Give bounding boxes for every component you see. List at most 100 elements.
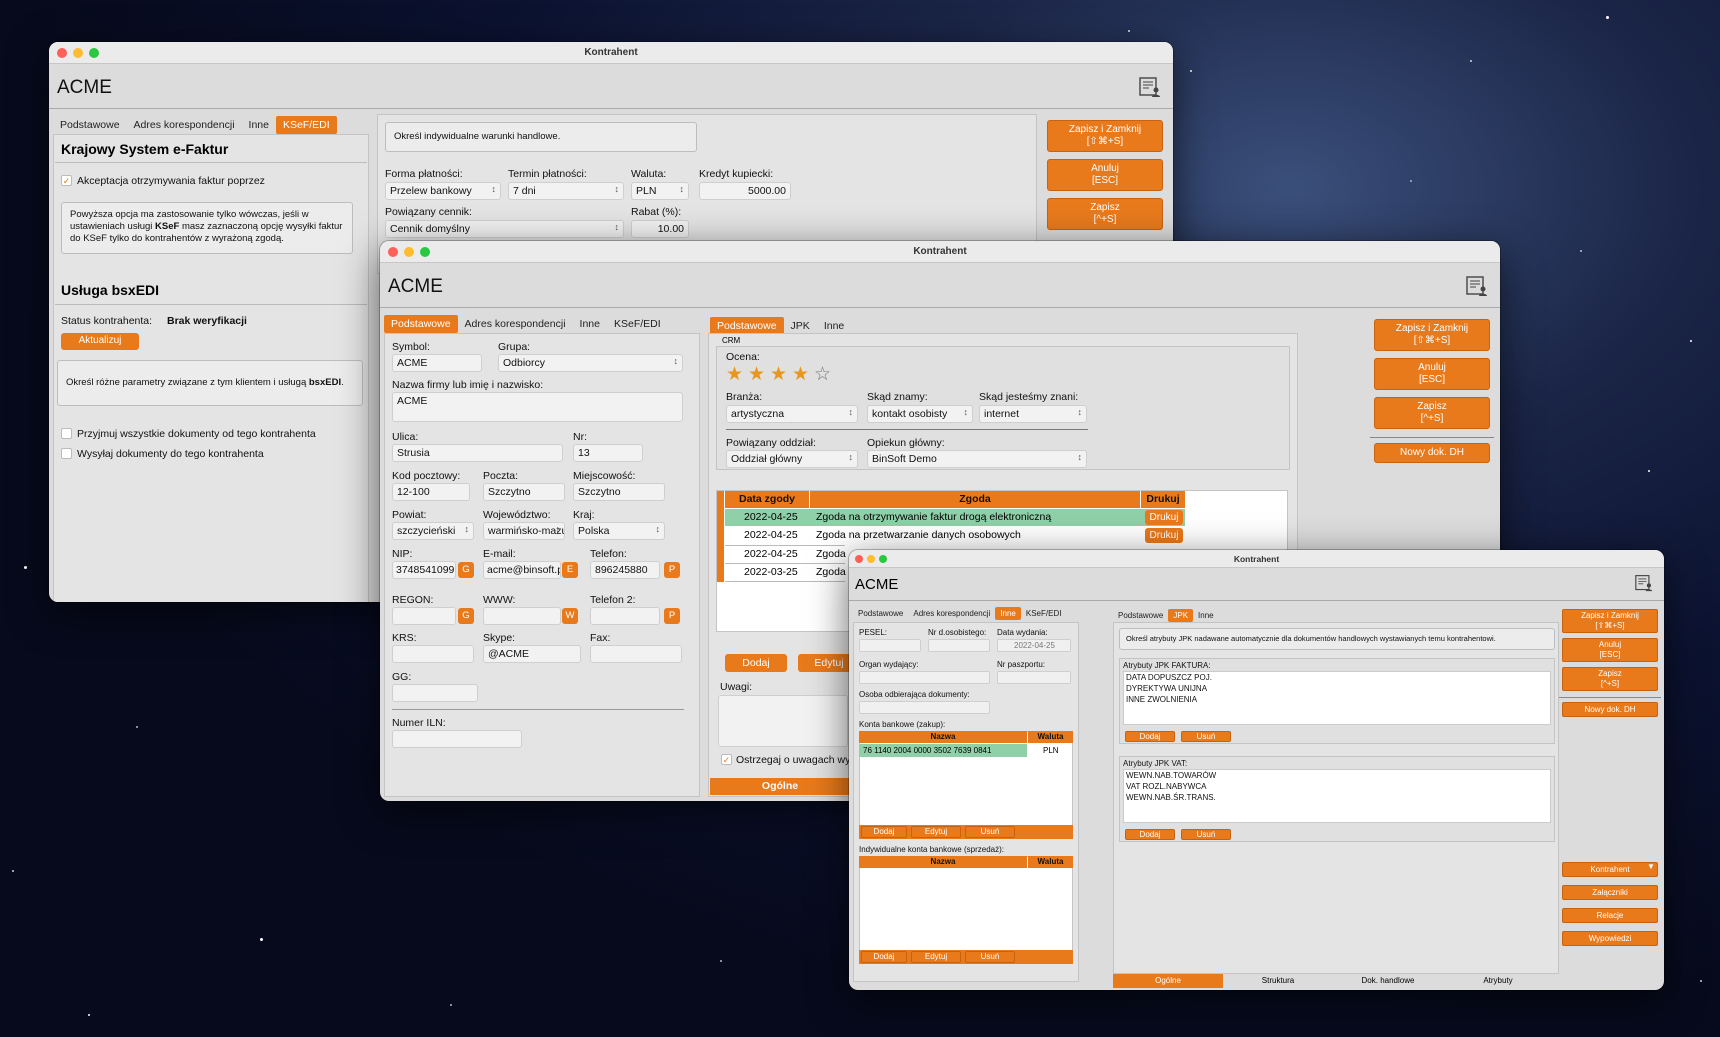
skype-input[interactable]: @ACME	[483, 645, 581, 663]
www-input[interactable]	[483, 607, 561, 625]
send-docs-checkbox[interactable]	[61, 448, 72, 459]
symbol-input[interactable]: ACME	[392, 354, 482, 372]
add-bank-sell-button[interactable]: Dodaj	[861, 951, 907, 963]
contractor-menu-button[interactable]: Kontrahent	[1562, 862, 1658, 877]
list-item[interactable]: WEWN.NAB.TOWARÓW	[1126, 771, 1216, 780]
krs-input[interactable]	[392, 645, 474, 663]
city-input[interactable]: Szczytno	[573, 483, 665, 501]
save-close-button[interactable]: Zapisz i Zamknij [⇧⌘+S]	[1562, 609, 1658, 633]
save-close-button[interactable]: Zapisz i Zamknij [⇧⌘+S]	[1047, 120, 1163, 152]
knownby-select[interactable]: internet	[979, 405, 1087, 423]
statements-button[interactable]: Wypowiedzi	[1562, 931, 1658, 946]
county-select[interactable]: szczycieński	[392, 522, 474, 540]
ksef-accept-checkbox[interactable]: ✓	[61, 175, 72, 186]
cancel-button[interactable]: Anuluj [ESC]	[1562, 638, 1658, 662]
title-bar[interactable]: Kontrahent	[380, 241, 1500, 263]
issue-date-input[interactable]: 2022-04-25	[997, 639, 1071, 652]
phone2-call-button[interactable]: P	[664, 608, 680, 624]
bank-header-currency[interactable]: Waluta	[1028, 731, 1073, 743]
bottom-tab-ogolne[interactable]: Ogólne	[710, 778, 850, 795]
zoom-window-button[interactable]	[420, 247, 430, 257]
tab-podstawowe[interactable]: Podstawowe	[384, 315, 458, 333]
pricelist-select[interactable]: Cennik domyślny	[385, 220, 624, 238]
attachments-button[interactable]: Załączniki	[1562, 885, 1658, 900]
tab-ksef-edi[interactable]: KSeF/EDI	[1021, 607, 1067, 620]
consent-header-text[interactable]: Zgoda	[810, 491, 1140, 508]
street-input[interactable]: Strusia	[392, 444, 563, 462]
regon-input[interactable]	[392, 607, 456, 625]
regon-gus-button[interactable]: G	[458, 608, 474, 624]
phone2-input[interactable]	[590, 607, 660, 625]
iln-input[interactable]	[392, 730, 522, 748]
fax-input[interactable]	[590, 645, 682, 663]
update-button[interactable]: Aktualizuj	[61, 333, 139, 350]
zoom-window-button[interactable]	[89, 48, 99, 58]
add-jpk-vat-button[interactable]: Dodaj	[1125, 829, 1175, 840]
post-input[interactable]: Szczytno	[483, 483, 565, 501]
passport-input[interactable]	[997, 671, 1071, 684]
relations-button[interactable]: Relacje	[1562, 908, 1658, 923]
www-open-button[interactable]: W	[562, 608, 578, 624]
bottom-tab-struktura[interactable]: Struktura	[1223, 974, 1333, 988]
consent-header-print[interactable]: Drukuj	[1141, 491, 1185, 508]
pay-term-select[interactable]: 7 dni	[508, 182, 624, 200]
delete-jpk-fa-button[interactable]: Usuń	[1181, 731, 1231, 742]
bottom-tab-dok-handlowe[interactable]: Dok. handlowe	[1333, 974, 1443, 988]
minimize-window-button[interactable]	[404, 247, 414, 257]
print-consent-button[interactable]: Drukuj	[1145, 528, 1183, 543]
keeper-select[interactable]: BinSoft Demo	[867, 450, 1087, 468]
email-send-button[interactable]: E	[562, 562, 578, 578]
voivodeship-select[interactable]: warmińsko-mazu	[483, 522, 565, 540]
close-window-button[interactable]	[855, 555, 863, 563]
add-consent-button[interactable]: Dodaj	[725, 654, 787, 672]
nip-input[interactable]: 3748541099	[392, 561, 456, 579]
currency-select[interactable]: PLN	[631, 182, 689, 200]
tab-adres-korespondencji[interactable]: Adres korespondencji	[458, 315, 573, 333]
save-button[interactable]: Zapisz [^+S]	[1562, 667, 1658, 691]
pay-form-select[interactable]: Przelew bankowy	[385, 182, 501, 200]
tab-podstawowe[interactable]: Podstawowe	[53, 116, 127, 134]
bank-sell-header-currency[interactable]: Waluta	[1028, 856, 1073, 868]
warn-notes-checkbox[interactable]: ✓	[721, 754, 732, 765]
list-item[interactable]: DYREKTYWA UNIJNA	[1126, 684, 1207, 693]
email-input[interactable]: acme@binsoft.p	[483, 561, 561, 579]
edit-bank-sell-button[interactable]: Edytuj	[911, 951, 961, 963]
bottom-tab-atrybuty[interactable]: Atrybuty	[1443, 974, 1553, 988]
zoom-window-button[interactable]	[879, 555, 887, 563]
discount-input[interactable]: 10.00	[631, 220, 689, 238]
contact-card-icon[interactable]	[1635, 574, 1653, 592]
bank-header-name[interactable]: Nazwa	[859, 731, 1027, 743]
add-jpk-fa-button[interactable]: Dodaj	[1125, 731, 1175, 742]
list-item[interactable]: VAT ROZL.NABYWCA	[1126, 782, 1206, 791]
issuer-input[interactable]	[859, 671, 990, 684]
nip-gus-button[interactable]: G	[458, 562, 474, 578]
tab-inne[interactable]: Inne	[995, 607, 1021, 620]
new-document-button[interactable]: Nowy dok. DH	[1374, 443, 1490, 463]
star-filled-icon[interactable]: ★	[748, 365, 765, 384]
credit-input[interactable]: 5000.00	[699, 182, 791, 200]
title-bar[interactable]: Kontrahent	[49, 42, 1173, 64]
dept-select[interactable]: Oddział główny	[726, 450, 858, 468]
tab-inne[interactable]: Inne	[242, 116, 276, 134]
rtab-inne[interactable]: Inne	[1193, 609, 1219, 622]
rating-stars[interactable]: ★ ★ ★ ★ ☆	[726, 365, 846, 387]
edit-bank-buy-button[interactable]: Edytuj	[911, 826, 961, 838]
minimize-window-button[interactable]	[867, 555, 875, 563]
tab-adres-korespondencji[interactable]: Adres korespondencji	[127, 116, 242, 134]
tab-ksef-edi[interactable]: KSeF/EDI	[275, 116, 337, 134]
new-document-button[interactable]: Nowy dok. DH	[1562, 702, 1658, 717]
list-item[interactable]: DATA DOPUSZCZ POJ.	[1126, 673, 1212, 682]
phone-input[interactable]: 896245880	[590, 561, 660, 579]
group-select[interactable]: Odbiorcy	[498, 354, 683, 372]
delete-jpk-vat-button[interactable]: Usuń	[1181, 829, 1231, 840]
save-button[interactable]: Zapisz [^+S]	[1047, 198, 1163, 230]
cancel-button[interactable]: Anuluj [ESC]	[1374, 358, 1490, 390]
pesel-input[interactable]	[859, 639, 921, 652]
phone-call-button[interactable]: P	[664, 562, 680, 578]
company-input[interactable]: ACME	[392, 392, 683, 422]
notes-textarea[interactable]	[718, 695, 848, 747]
tab-ksef-edi[interactable]: KSeF/EDI	[607, 315, 668, 333]
close-window-button[interactable]	[388, 247, 398, 257]
contact-card-icon[interactable]	[1139, 76, 1161, 98]
star-filled-icon[interactable]: ★	[770, 365, 787, 384]
